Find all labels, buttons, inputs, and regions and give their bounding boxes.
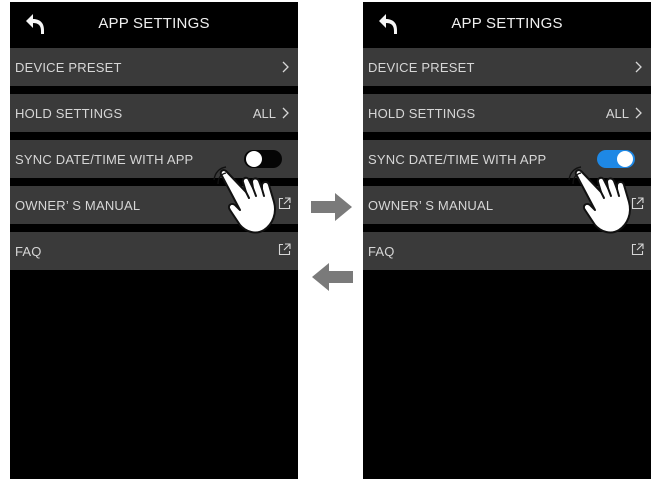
- external-link-icon: [631, 243, 644, 256]
- row-label: DEVICE PRESET: [15, 60, 122, 75]
- row-label: FAQ: [368, 244, 395, 259]
- row-label: HOLD SETTINGS: [15, 106, 123, 121]
- page-title: APP SETTINGS: [98, 15, 210, 32]
- row-label: HOLD SETTINGS: [368, 106, 476, 121]
- external-link-icon: [278, 243, 291, 256]
- row-value: ALL: [252, 106, 276, 121]
- row-label: OWNER’ S MANUAL: [15, 198, 141, 213]
- row-value: ALL: [605, 106, 629, 121]
- row-device-preset[interactable]: DEVICE PRESET: [363, 48, 651, 86]
- arrow-right-icon: [311, 193, 352, 221]
- row-label: FAQ: [15, 244, 42, 259]
- settings-screen-before: APP SETTINGS DEVICE PRESET HOLD SETTINGS…: [10, 2, 298, 479]
- arrow-left-icon: [312, 263, 353, 291]
- chevron-right-icon: [282, 61, 289, 73]
- row-label: OWNER’ S MANUAL: [368, 198, 494, 213]
- row-label: SYNC DATE/TIME WITH APP: [15, 152, 194, 167]
- chevron-right-icon: [282, 107, 289, 119]
- chevron-right-icon: [635, 107, 642, 119]
- page-title: APP SETTINGS: [451, 15, 563, 32]
- hand-pointer-icon: [568, 166, 631, 234]
- header: APP SETTINGS: [10, 2, 298, 48]
- chevron-right-icon: [635, 61, 642, 73]
- row-hold-settings[interactable]: HOLD SETTINGS ALL: [363, 94, 651, 132]
- row-device-preset[interactable]: DEVICE PRESET: [10, 48, 298, 86]
- hand-pointer-icon: [213, 166, 276, 234]
- row-label: DEVICE PRESET: [368, 60, 475, 75]
- header: APP SETTINGS: [363, 2, 651, 48]
- settings-screen-after: APP SETTINGS DEVICE PRESET HOLD SETTINGS…: [363, 2, 651, 479]
- row-label: SYNC DATE/TIME WITH APP: [368, 152, 547, 167]
- row-hold-settings[interactable]: HOLD SETTINGS ALL: [10, 94, 298, 132]
